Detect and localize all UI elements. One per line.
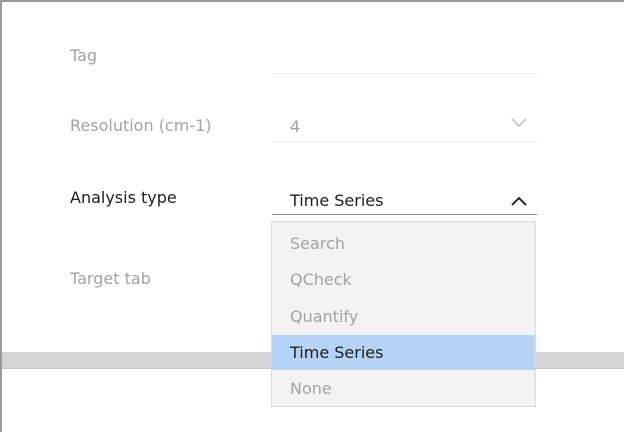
dropdown-option-quantify[interactable]: Quantify (272, 299, 535, 334)
tag-label: Tag (70, 46, 98, 65)
resolution-label: Resolution (cm-1) (70, 116, 212, 135)
resolution-select[interactable] (272, 121, 537, 142)
dropdown-option-none[interactable]: None (272, 371, 535, 406)
chevron-up-icon[interactable] (511, 196, 527, 206)
analysis-type-dropdown: Search QCheck Quantify Time Series None (271, 221, 536, 407)
dropdown-option-qcheck[interactable]: QCheck (272, 262, 535, 297)
chevron-down-icon[interactable] (511, 118, 527, 128)
target-tab-label: Target tab (70, 269, 151, 288)
dropdown-option-time-series[interactable]: Time Series (272, 335, 535, 370)
dropdown-option-search[interactable]: Search (272, 226, 535, 261)
analysis-type-label: Analysis type (70, 188, 177, 207)
resolution-value: 4 (290, 117, 301, 136)
analysis-type-value: Time Series (290, 191, 384, 210)
settings-panel: Tag Resolution (cm-1) 4 Analysis type Ti… (0, 0, 624, 433)
tag-field[interactable] (272, 53, 537, 74)
panel-border-top (0, 0, 624, 2)
